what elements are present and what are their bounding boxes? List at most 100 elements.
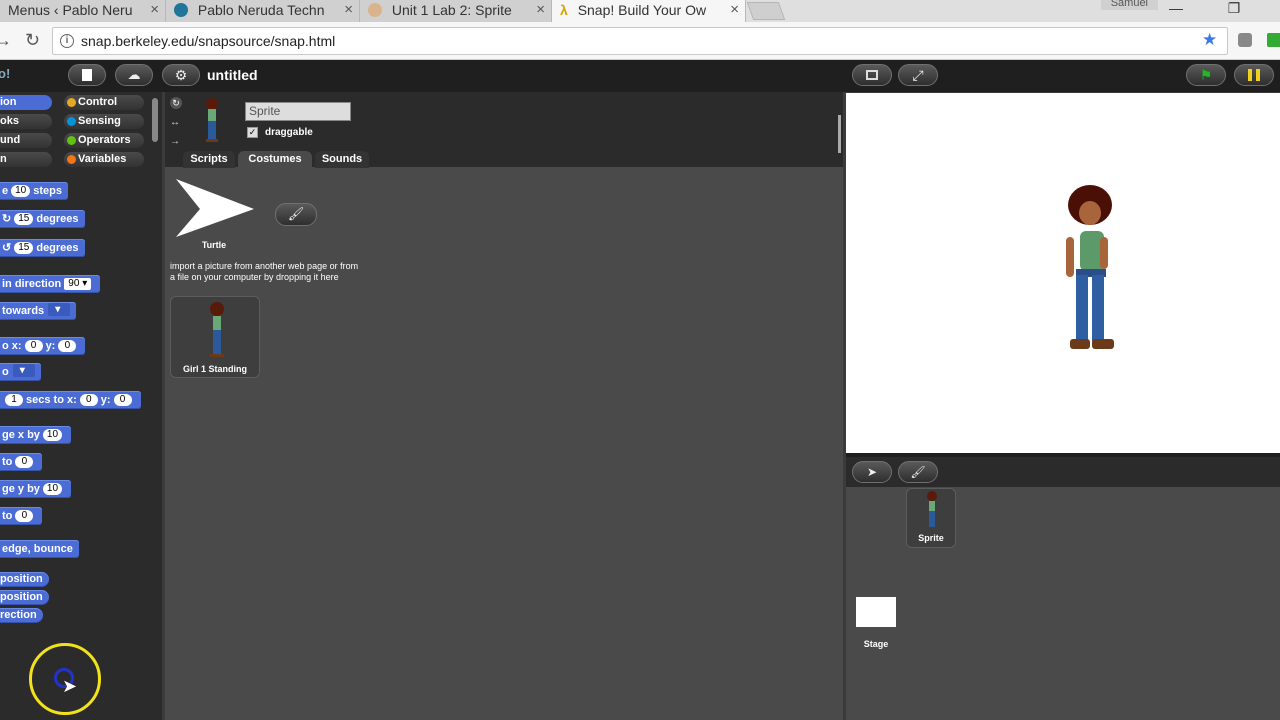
close-icon[interactable]: × <box>344 0 353 20</box>
set-y-block[interactable]: to 0 <box>0 507 43 525</box>
close-icon[interactable]: × <box>536 0 545 20</box>
draggable-checkbox[interactable]: ✓ <box>247 127 258 138</box>
file-menu-button[interactable] <box>68 64 106 86</box>
new-tab-button[interactable] <box>746 2 786 20</box>
cloud-menu-button[interactable]: ☁ <box>115 64 153 86</box>
costume-item[interactable]: Girl 1 Standing <box>170 296 260 378</box>
extension-icon[interactable] <box>1238 33 1252 47</box>
y-slot[interactable]: 0 <box>58 340 77 352</box>
add-turtle-sprite-button[interactable]: ➤ <box>852 461 892 483</box>
paint-new-costume-button[interactable]: 🖌 <box>275 203 317 226</box>
variables-color-dot <box>67 155 76 164</box>
presentation-mode-button[interactable]: ⤢ <box>898 64 938 86</box>
turn-clockwise-block[interactable]: ↻ 15 degrees <box>0 210 85 228</box>
category-label: ion <box>0 96 17 108</box>
go-to-block[interactable]: o <box>0 362 41 381</box>
change-x-block[interactable]: ge x by 10 <box>0 426 72 444</box>
close-icon[interactable]: × <box>150 0 159 20</box>
turn-counterclockwise-block[interactable]: ↺ 15 degrees <box>0 239 85 257</box>
project-title: untitled <box>207 67 258 83</box>
change-y-block[interactable]: ge y by 10 <box>0 480 72 498</box>
restore-icon[interactable]: ❐ <box>1214 0 1254 16</box>
rotate-style-any-icon[interactable]: ↻ <box>170 97 182 109</box>
set-x-block[interactable]: to 0 <box>0 453 43 471</box>
block-text: position <box>0 573 43 585</box>
fullscreen-icon: ⤢ <box>912 67 924 83</box>
y-amount-slot[interactable]: 10 <box>42 483 63 495</box>
x-amount-slot[interactable]: 10 <box>42 429 63 441</box>
snap-logo[interactable]: o! <box>0 66 10 81</box>
address-bar[interactable]: snap.berkeley.edu/snapsource/snap.html <box>52 27 1228 55</box>
normal-stage-button[interactable] <box>852 64 892 86</box>
tab-costumes[interactable]: Costumes <box>238 151 312 168</box>
category-pen[interactable]: n <box>0 152 52 167</box>
block-text: secs to x: <box>26 394 77 406</box>
glide-block[interactable]: 1 secs to x: 0 y: 0 <box>0 391 141 409</box>
secs-slot[interactable]: 1 <box>5 394 23 406</box>
category-control[interactable]: Control <box>64 95 144 110</box>
stage-thumbnail[interactable] <box>856 597 896 627</box>
file-icon <box>82 69 92 81</box>
category-label: oks <box>0 115 19 127</box>
category-variables[interactable]: Variables <box>64 152 144 167</box>
category-looks[interactable]: oks <box>0 114 52 129</box>
if-on-edge-bounce-block[interactable]: edge, bounce <box>0 540 79 558</box>
stage[interactable] <box>846 93 1280 453</box>
y-position-reporter[interactable]: position <box>0 590 49 605</box>
import-hint-line: a file on your computer by dropping it h… <box>170 272 339 282</box>
category-sensing[interactable]: Sensing <box>64 114 144 129</box>
category-label: Variables <box>78 153 127 165</box>
y-slot[interactable]: 0 <box>113 394 132 406</box>
browser-tab-menus[interactable]: Menus ‹ Pablo Neru × <box>0 0 166 22</box>
turtle-costume-icon[interactable] <box>174 177 256 239</box>
extension-icon[interactable] <box>1267 33 1280 47</box>
move-steps-block[interactable]: e 10 steps <box>0 182 68 200</box>
browser-tab-pablo-neruda[interactable]: Pablo Neruda Techn × <box>166 0 360 22</box>
steps-slot[interactable]: 10 <box>11 185 31 197</box>
girl-sprite[interactable] <box>1056 185 1120 361</box>
x-slot[interactable]: 0 <box>24 340 43 352</box>
towards-dropdown[interactable] <box>48 301 71 319</box>
x-position-reporter[interactable]: position <box>0 572 49 587</box>
x-slot[interactable]: 0 <box>79 394 98 406</box>
go-to-xy-block[interactable]: o x: 0 y: 0 <box>0 337 86 355</box>
green-flag-button[interactable]: ⚑ <box>1186 64 1226 86</box>
dropdown-arrow-icon: ▾ <box>82 278 88 289</box>
info-icon[interactable]: i <box>60 34 74 48</box>
rotate-style-lr-icon[interactable]: ↔ <box>170 117 180 128</box>
category-motion[interactable]: ion <box>0 95 52 110</box>
minimize-icon[interactable]: — <box>1156 0 1196 16</box>
goto-dropdown[interactable] <box>12 362 35 380</box>
profile-name[interactable]: Samuel <box>1100 0 1158 10</box>
tab-sounds[interactable]: Sounds <box>315 151 369 168</box>
x-value-slot[interactable]: 0 <box>15 456 34 468</box>
y-value-slot[interactable]: 0 <box>15 510 34 522</box>
category-operators[interactable]: Operators <box>64 133 144 148</box>
forward-icon[interactable]: → <box>0 30 12 51</box>
point-in-direction-block[interactable]: in direction 90 ▾ <box>0 275 101 293</box>
tab-title: Pablo Neruda Techn <box>197 2 325 18</box>
corral-sprite-item[interactable]: Sprite <box>906 488 956 548</box>
direction-slot[interactable]: 90 ▾ <box>64 278 92 290</box>
pause-button[interactable] <box>1234 64 1274 86</box>
sprite-name-input[interactable]: Sprite <box>245 102 351 121</box>
point-towards-block[interactable]: towards <box>0 301 77 320</box>
close-icon[interactable]: × <box>730 0 739 20</box>
editor-scrollbar[interactable] <box>838 115 841 153</box>
palette-scrollbar[interactable] <box>152 98 158 142</box>
paint-new-sprite-button[interactable]: 🖌 <box>898 461 938 483</box>
block-text: towards <box>2 305 45 317</box>
degrees-slot[interactable]: 15 <box>14 213 34 225</box>
direction-reporter[interactable]: rection <box>0 608 43 623</box>
degrees-slot[interactable]: 15 <box>14 242 34 254</box>
reload-icon[interactable]: ↻ <box>25 30 40 51</box>
settings-menu-button[interactable]: ⚙ <box>162 64 200 86</box>
category-sound[interactable]: und <box>0 133 52 148</box>
bookmark-star-icon[interactable]: ★ <box>1202 30 1217 50</box>
browser-tab-unit1-lab2[interactable]: Unit 1 Lab 2: Sprite × <box>360 0 552 22</box>
rotate-style-none-icon[interactable]: → <box>170 136 180 147</box>
tab-scripts[interactable]: Scripts <box>183 151 235 168</box>
block-text: o <box>2 366 9 378</box>
browser-tab-snap[interactable]: λ Snap! Build Your Ow × <box>552 0 746 22</box>
tab-title: Menus ‹ Pablo Neru <box>8 2 133 18</box>
